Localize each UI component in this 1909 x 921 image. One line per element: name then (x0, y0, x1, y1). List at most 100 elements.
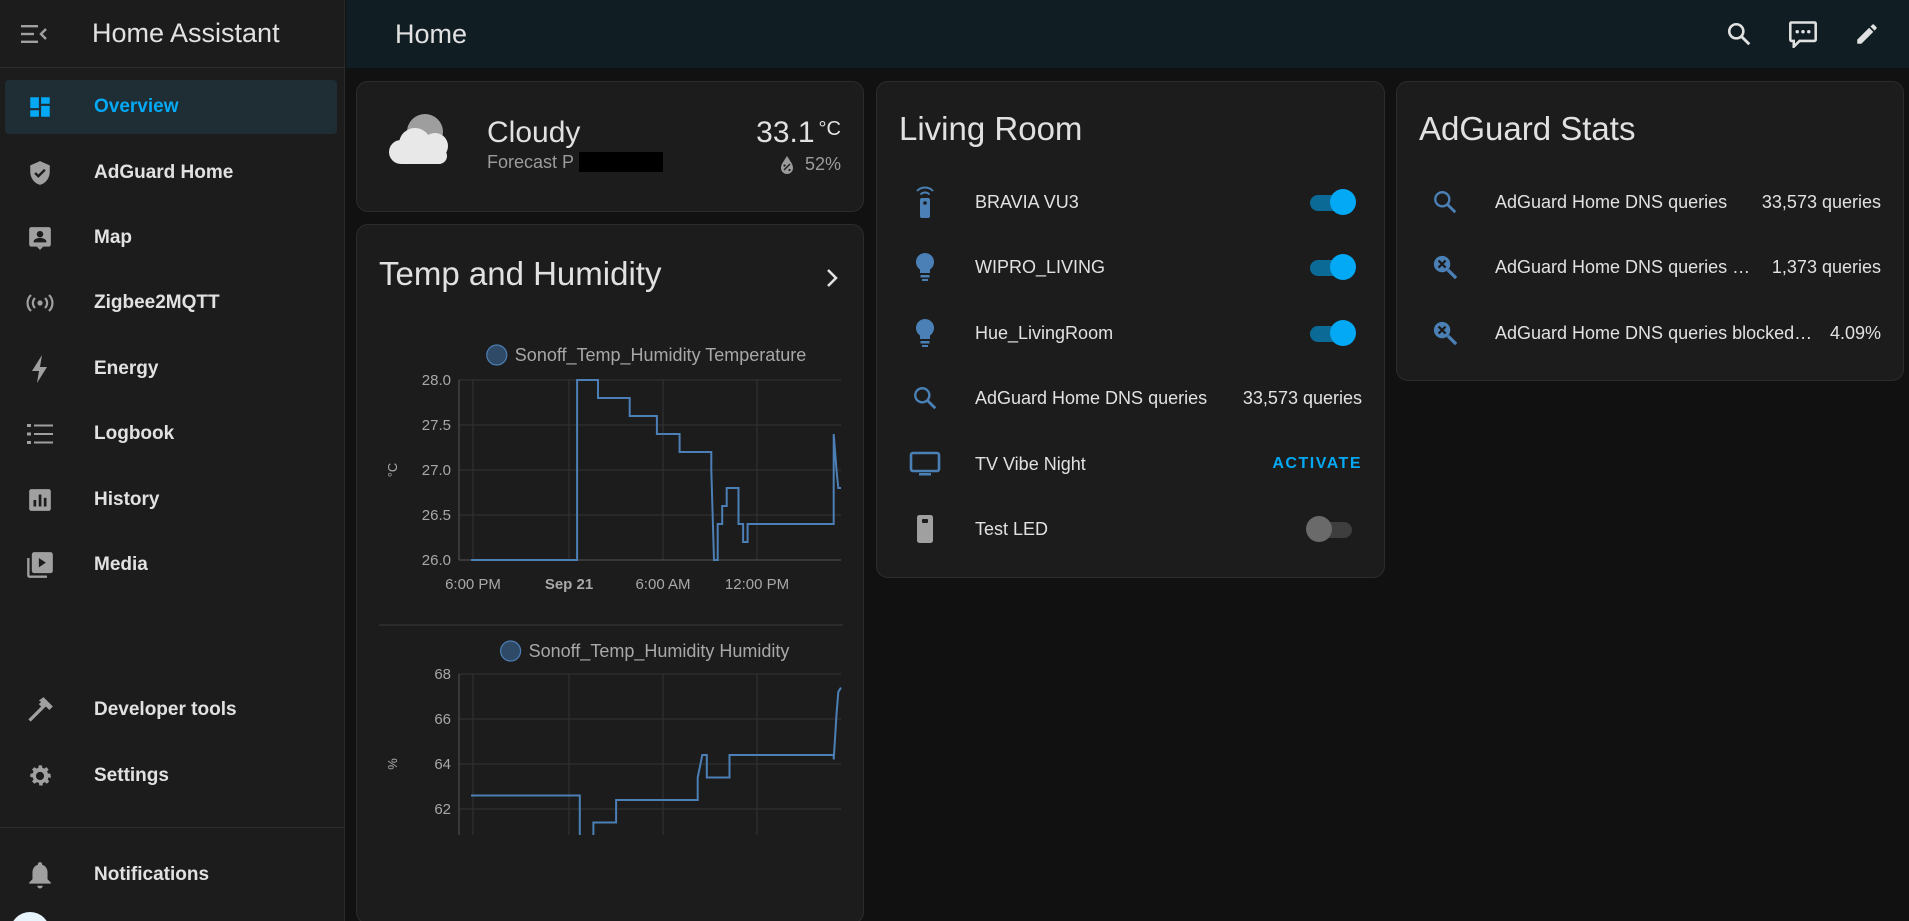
entity-value: 1,373 queries (1771, 256, 1881, 277)
weather-condition: Cloudy (487, 116, 581, 149)
entity-name: AdGuard Home DNS queries … (1495, 256, 1751, 277)
search-button[interactable] (1719, 14, 1759, 54)
entity-value: 33,573 queries (1761, 191, 1881, 212)
sidebar-item-media[interactable]: Media (5, 538, 337, 592)
sidebar-item-label: Settings (94, 765, 169, 786)
sidebar-item-label: Zigbee2MQTT (94, 292, 220, 313)
entity-value: 4.09% (1829, 322, 1881, 343)
sidebar-item-overview[interactable]: Overview (5, 80, 337, 134)
menu-toggle-button[interactable] (0, 0, 68, 68)
sidebar-item-developer-tools[interactable]: Developer tools (5, 683, 337, 737)
sidebar-item-label: Developer tools (94, 699, 237, 720)
temperature-unit: °C (818, 118, 841, 140)
broadcast-icon (11, 292, 69, 314)
y-tick-label: 62 (434, 801, 451, 818)
cog-icon (11, 762, 69, 790)
living-room-card: Living Room BRAVIA VU3 WIPRO_LIVING Hue_… (876, 81, 1385, 578)
edit-dashboard-button[interactable] (1847, 14, 1887, 54)
sidebar: Home Assistant Overview AdGuard Home Map (0, 0, 345, 921)
entity-name: Test LED (975, 518, 1049, 539)
bulb-icon (907, 318, 943, 348)
sidebar-item-map[interactable]: Map (5, 211, 337, 265)
sidebar-item-zigbee2mqtt[interactable]: Zigbee2MQTT (5, 276, 337, 330)
television-icon (907, 450, 943, 478)
card-title: Temp and Humidity (379, 255, 662, 292)
sidebar-item-history[interactable]: History (5, 473, 337, 527)
remote-icon (907, 185, 943, 219)
weather-humidity: 52% (779, 154, 841, 175)
avatar[interactable] (10, 912, 50, 921)
menu-open-icon (21, 24, 47, 43)
legend-marker (500, 640, 522, 662)
entity-row-hue-livingroom[interactable]: Hue_LivingRoom (877, 313, 1384, 353)
temperature-value: 33.1 (756, 116, 815, 149)
legend-label: Sonoff_Temp_Humidity Temperature (515, 345, 807, 366)
entity-name: WIPRO_LIVING (975, 256, 1106, 277)
temperature-chart: Sonoff_Temp_Humidity Temperature 28.0 27.5… (385, 344, 841, 593)
magnify-close-icon (1427, 253, 1463, 281)
series-line (471, 686, 842, 835)
header-actions (1719, 0, 1887, 68)
entity-row-bravia[interactable]: BRAVIA VU3 (877, 182, 1384, 222)
magnify-close-icon (1427, 319, 1463, 347)
sidebar-item-energy[interactable]: Energy (5, 342, 337, 396)
entity-row-dns-queries[interactable]: AdGuard Home DNS queries 33,573 queries (1397, 182, 1903, 222)
entity-name: AdGuard Home DNS queries (975, 387, 1208, 408)
page-title: Home (395, 18, 468, 49)
entity-name: Hue_LivingRoom (975, 322, 1114, 343)
entity-toggle[interactable] (1306, 253, 1356, 281)
redacted-block (579, 152, 663, 172)
sidebar-item-label: History (94, 489, 160, 510)
weather-temperature: 33.1 °C (756, 116, 841, 150)
weather-card[interactable]: Cloudy Forecast P 33.1 °C 52% (356, 81, 864, 212)
x-tick-label: Sep 21 (545, 576, 593, 593)
y-tick-label: 26.5 (422, 507, 451, 524)
entity-name: AdGuard Home DNS queries blocked… (1495, 322, 1813, 343)
entity-row-dns-queries-blocked[interactable]: AdGuard Home DNS queries … 1,373 queries (1397, 247, 1903, 287)
sidebar-item-settings[interactable]: Settings (5, 749, 337, 803)
map-account-icon (11, 225, 69, 251)
entity-row-wipro-living[interactable]: WIPRO_LIVING (877, 247, 1384, 287)
chevron-right-icon[interactable] (825, 267, 839, 289)
sidebar-item-label: Map (94, 227, 132, 248)
y-axis-label: °C (385, 463, 400, 478)
x-tick-label: 12:00 PM (725, 576, 789, 593)
sidebar-item-label: Media (94, 554, 148, 575)
entity-toggle[interactable] (1306, 319, 1356, 347)
remote-icon (907, 513, 943, 545)
search-icon (1727, 22, 1751, 46)
sidebar-item-notifications[interactable]: Notifications (5, 848, 337, 902)
sidebar-header: Home Assistant (0, 0, 344, 68)
x-tick-label: 6:00 AM (635, 576, 690, 593)
entity-row-test-led[interactable]: Test LED (877, 509, 1384, 549)
magnify-icon (907, 385, 943, 411)
sidebar-item-adguard-home[interactable]: AdGuard Home (5, 146, 337, 200)
entity-row-dns-queries[interactable]: AdGuard Home DNS queries 33,573 queries (877, 378, 1384, 418)
entity-name: TV Vibe Night (975, 453, 1086, 474)
y-tick-label: 27.0 (422, 462, 451, 479)
weather-forecast-name: Forecast P (487, 152, 575, 172)
card-title: AdGuard Stats (1419, 110, 1636, 147)
cloudy-icon (389, 114, 448, 164)
sidebar-item-label: Overview (94, 96, 179, 117)
entity-row-tv-vibe-night[interactable]: TV Vibe Night ACTIVATE (877, 444, 1384, 484)
list-icon (11, 423, 69, 445)
entity-row-dns-blocked-ratio[interactable]: AdGuard Home DNS queries blocked… 4.09% (1397, 313, 1903, 353)
lightning-icon (11, 355, 69, 383)
sidebar-divider (0, 827, 345, 828)
assist-button[interactable] (1783, 14, 1823, 54)
bar-chart-icon (11, 487, 69, 513)
entity-toggle[interactable] (1306, 188, 1356, 216)
x-tick-label: 6:00 PM (445, 576, 501, 593)
entity-toggle[interactable] (1306, 515, 1356, 543)
bell-icon (11, 861, 69, 889)
bulb-icon (907, 252, 943, 282)
shield-check-icon (11, 160, 69, 186)
legend-marker (486, 344, 508, 366)
top-header: Home (346, 0, 1909, 68)
legend-label: Sonoff_Temp_Humidity Humidity (529, 641, 790, 662)
pencil-icon (1857, 24, 1877, 44)
activate-button[interactable]: ACTIVATE (1272, 455, 1362, 473)
y-tick-label: 64 (434, 756, 451, 773)
sidebar-item-logbook[interactable]: Logbook (5, 407, 337, 461)
